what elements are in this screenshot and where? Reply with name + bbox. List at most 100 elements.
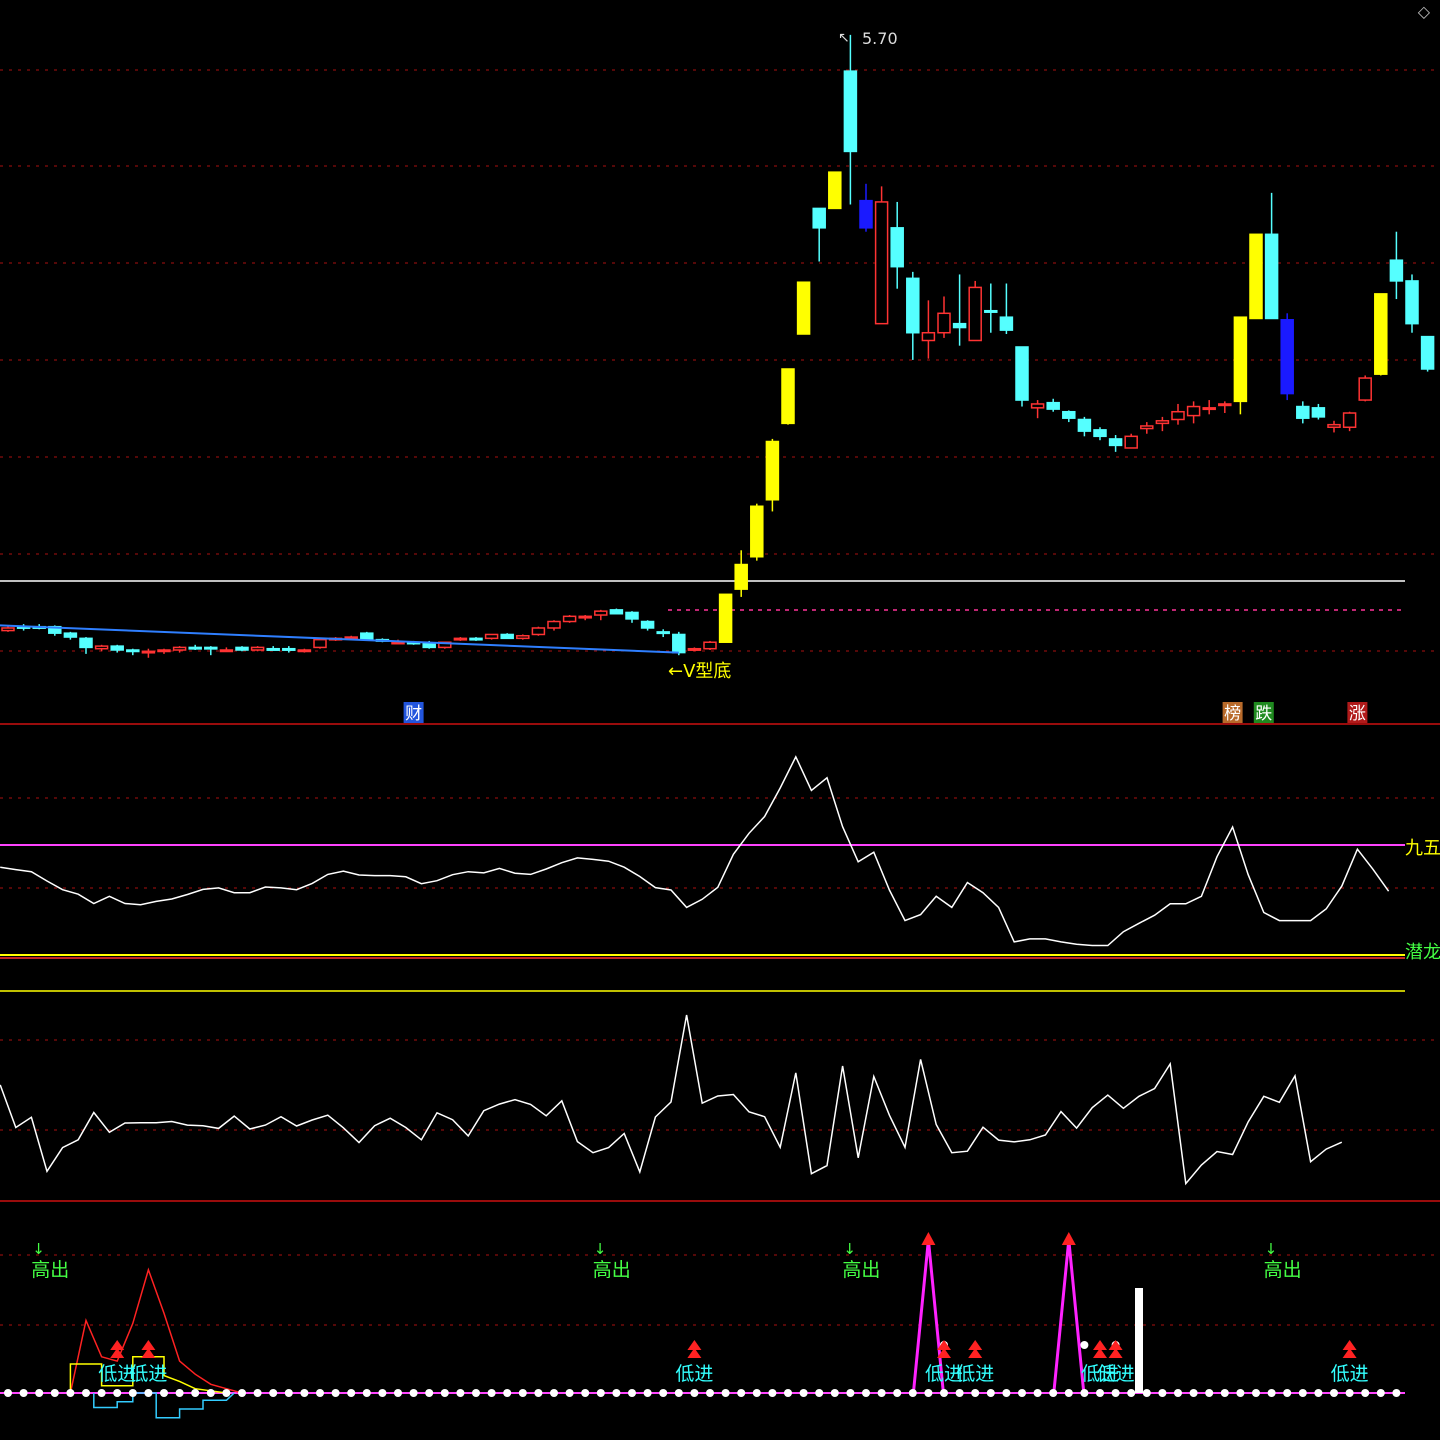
sell-arrow: ↓: [594, 1240, 607, 1258]
baseline-dot: [1018, 1389, 1026, 1397]
baseline-dot: [1236, 1389, 1245, 1397]
baseline-dot: [565, 1389, 574, 1397]
sell-arrow: ↓: [1265, 1240, 1278, 1258]
candle: [1108, 438, 1123, 447]
baseline-dot: [160, 1389, 168, 1397]
baseline-dot: [4, 1389, 12, 1397]
candle: [1280, 319, 1294, 395]
baseline-dot: [784, 1389, 792, 1397]
baseline-dot: [347, 1389, 356, 1397]
candle: [1327, 423, 1341, 429]
candle: [1093, 429, 1107, 438]
baseline-dot: [1142, 1389, 1151, 1397]
candle: [1046, 401, 1060, 410]
candle: [1342, 412, 1357, 429]
marker-label-die: 跌: [1255, 704, 1272, 724]
peak-price-label: 5.70: [862, 29, 898, 48]
baseline-dot: [721, 1389, 730, 1397]
candle: [1311, 407, 1326, 418]
candle: [765, 440, 780, 501]
candle: [1374, 293, 1388, 375]
baseline-dot: [1361, 1389, 1370, 1397]
signal-dot: [1080, 1341, 1089, 1349]
baseline-dot: [986, 1389, 995, 1397]
baseline-dot: [1345, 1389, 1354, 1397]
baseline-dot: [409, 1389, 418, 1397]
candle: [1186, 405, 1201, 417]
baseline-dot: [222, 1389, 231, 1397]
baseline-dot: [940, 1389, 948, 1397]
baseline-dot: [659, 1389, 668, 1397]
baseline-dot: [1330, 1389, 1338, 1397]
buy-label: 低进: [1331, 1363, 1369, 1385]
baseline-dot: [924, 1389, 933, 1397]
baseline-dot: [191, 1389, 200, 1397]
candle: [1420, 335, 1435, 370]
candle: [1030, 403, 1045, 409]
baseline-dot: [830, 1389, 839, 1397]
stock-chart[interactable]: 财榜跌涨 ↓高出↓高出↓高出↓高出低进低进 低进 低进低进 低进低进 低进 5.70 ↖…: [0, 0, 1440, 1440]
baseline-dot: [472, 1389, 480, 1397]
baseline-dot: [35, 1389, 44, 1397]
baseline-dot: [955, 1389, 964, 1397]
candle: [63, 632, 78, 638]
baseline-dot: [175, 1389, 184, 1397]
baseline-dot: [1189, 1389, 1198, 1397]
baseline-dot: [1314, 1389, 1323, 1397]
baseline-dot: [19, 1389, 28, 1397]
candle: [1264, 233, 1279, 320]
sell-label: 高出: [31, 1259, 69, 1281]
candle: [625, 611, 639, 620]
candle: [204, 646, 218, 650]
candle: [999, 316, 1014, 331]
candle: [781, 368, 795, 425]
candle: [313, 638, 327, 649]
baseline-dot: [378, 1389, 387, 1397]
candle: [672, 633, 686, 654]
candle: [1358, 377, 1372, 401]
sell-label: 高出: [593, 1259, 631, 1281]
candle: [750, 505, 764, 558]
baseline-dot: [1158, 1389, 1167, 1397]
candle: [609, 609, 624, 615]
candle: [79, 637, 93, 649]
marker-label-zhang: 涨: [1349, 704, 1366, 724]
baseline-dot: [456, 1389, 465, 1397]
candle: [188, 646, 202, 650]
baseline-dot: [269, 1389, 278, 1397]
candle: [812, 207, 826, 229]
candle: [219, 649, 234, 653]
candle: [1296, 405, 1310, 419]
sell-arrow: ↓: [843, 1240, 856, 1258]
baseline-dot: [799, 1389, 808, 1397]
baseline-dot: [612, 1389, 621, 1397]
candle: [1249, 233, 1263, 320]
candle: [235, 646, 249, 651]
baseline-dot: [50, 1389, 59, 1397]
candle: [1, 627, 15, 632]
baseline-dot: [1080, 1389, 1089, 1397]
candle: [110, 645, 124, 651]
baseline-dot: [206, 1389, 215, 1397]
baseline-dot: [1002, 1389, 1011, 1397]
baseline-dot: [253, 1389, 262, 1397]
baseline-dot: [534, 1389, 543, 1397]
candle: [937, 312, 951, 334]
baseline-dot: [1298, 1389, 1307, 1397]
candle: [1202, 407, 1216, 411]
baseline-dot: [394, 1389, 402, 1397]
baseline-dot: [503, 1389, 512, 1397]
baseline-dot: [971, 1389, 980, 1397]
candle: [906, 277, 920, 334]
candle: [921, 331, 936, 342]
candle: [734, 563, 748, 590]
baseline-dot: [550, 1389, 558, 1397]
marker-label-cai: 财: [405, 704, 422, 724]
candle: [890, 227, 904, 268]
candle: [968, 286, 982, 342]
buy-label: 低进: [675, 1363, 713, 1385]
diamond-icon[interactable]: ◇: [1418, 2, 1430, 21]
candle: [594, 610, 608, 616]
candle: [266, 647, 280, 651]
baseline-dot: [1220, 1389, 1229, 1397]
